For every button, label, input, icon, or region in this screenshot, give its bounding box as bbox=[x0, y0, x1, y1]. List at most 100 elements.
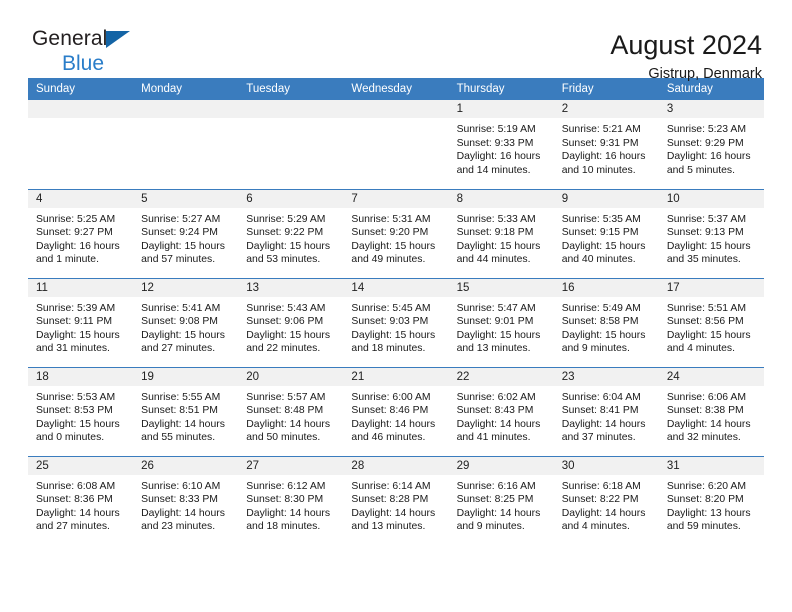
day-sun-info: Sunrise: 6:12 AM Sunset: 8:30 PM Daylight:… bbox=[238, 475, 343, 534]
day-sun-info: Sunrise: 6:00 AM Sunset: 8:46 PM Daylight:… bbox=[343, 386, 448, 445]
day-sun-info: Sunrise: 5:21 AM Sunset: 9:31 PM Daylight:… bbox=[554, 118, 659, 177]
daylight-duration-line1: Daylight: 15 hours bbox=[666, 329, 751, 341]
weekday-header-tuesday: Tuesday bbox=[238, 78, 344, 100]
day-number: 3 bbox=[658, 100, 764, 118]
calendar-day-cell: 5 Sunrise: 5:27 AM Sunset: 9:24 PM Daylight… bbox=[133, 188, 239, 278]
day-sun-info: Sunrise: 5:43 AM Sunset: 9:06 PM Daylight:… bbox=[238, 297, 343, 356]
calendar-day-cell: 29 Sunrise: 6:16 AM Sunset: 8:25 PM Dayligh… bbox=[448, 455, 554, 545]
sunset-time: Sunset: 8:56 PM bbox=[666, 316, 744, 328]
sunrise-time: Sunrise: 5:41 AM bbox=[141, 302, 221, 314]
weekday-header-thursday: Thursday bbox=[448, 78, 554, 100]
daylight-duration-line2: and 18 minutes. bbox=[246, 521, 321, 533]
daylight-duration-line2: and 37 minutes. bbox=[561, 432, 636, 444]
daylight-duration-line1: Daylight: 14 hours bbox=[141, 418, 225, 430]
daylight-duration-line2: and 13 minutes. bbox=[456, 343, 531, 355]
sunset-time: Sunset: 8:48 PM bbox=[246, 405, 324, 417]
sunrise-time: Sunrise: 6:18 AM bbox=[561, 480, 641, 492]
day-sun-info: Sunrise: 6:14 AM Sunset: 8:28 PM Daylight:… bbox=[343, 475, 448, 534]
calendar-day-cell: 7 Sunrise: 5:31 AM Sunset: 9:20 PM Daylight… bbox=[343, 188, 449, 278]
calendar-body: 1 Sunrise: 5:19 AM Sunset: 9:33 PM Daylight… bbox=[28, 100, 764, 545]
sunset-time: Sunset: 8:51 PM bbox=[141, 405, 218, 417]
day-sun-info: Sunrise: 5:51 AM Sunset: 8:56 PM Daylight:… bbox=[659, 297, 764, 356]
daylight-duration-line2: and 41 minutes. bbox=[456, 432, 531, 444]
weekday-header-monday: Monday bbox=[133, 78, 239, 100]
daylight-duration-line2: and 57 minutes. bbox=[141, 254, 216, 266]
calendar-day-cell: 24 Sunrise: 6:06 AM Sunset: 8:38 PM Dayligh… bbox=[658, 366, 764, 456]
daylight-duration-line1: Daylight: 15 hours bbox=[246, 329, 331, 341]
sunset-time: Sunset: 9:06 PM bbox=[246, 316, 324, 328]
sunrise-time: Sunrise: 6:06 AM bbox=[666, 391, 746, 403]
sunrise-time: Sunrise: 6:14 AM bbox=[351, 480, 431, 492]
sunset-time: Sunset: 8:22 PM bbox=[561, 494, 639, 506]
daylight-duration-line2: and 32 minutes. bbox=[666, 432, 741, 444]
day-number: 17 bbox=[658, 278, 764, 297]
daylight-duration-line1: Daylight: 14 hours bbox=[36, 507, 120, 519]
daylight-duration-line1: Daylight: 14 hours bbox=[561, 507, 646, 519]
calendar-day-cell: 27 Sunrise: 6:12 AM Sunset: 8:30 PM Dayligh… bbox=[238, 455, 344, 545]
calendar-day-cell: 21 Sunrise: 6:00 AM Sunset: 8:46 PM Dayligh… bbox=[343, 366, 449, 456]
calendar-day-cell: 9 Sunrise: 5:35 AM Sunset: 9:15 PM Daylight… bbox=[553, 188, 659, 278]
sunset-time: Sunset: 9:13 PM bbox=[666, 227, 744, 239]
calendar-week-row: 4 Sunrise: 5:25 AM Sunset: 9:27 PM Daylight… bbox=[28, 188, 764, 278]
calendar-day-cell: 15 Sunrise: 5:47 AM Sunset: 9:01 PM Dayligh… bbox=[448, 277, 554, 367]
sunrise-time: Sunrise: 5:45 AM bbox=[351, 302, 431, 314]
day-number: 1 bbox=[448, 100, 554, 118]
daylight-duration-line2: and 5 minutes. bbox=[666, 164, 736, 176]
sunset-time: Sunset: 8:58 PM bbox=[561, 316, 639, 328]
daylight-duration-line2: and 4 minutes. bbox=[561, 521, 630, 533]
sunset-time: Sunset: 9:31 PM bbox=[561, 137, 639, 149]
sunset-time: Sunset: 8:20 PM bbox=[666, 494, 744, 506]
daylight-duration-line1: Daylight: 14 hours bbox=[666, 418, 751, 430]
day-sun-info: Sunrise: 5:49 AM Sunset: 8:58 PM Daylight:… bbox=[554, 297, 659, 356]
day-number: 22 bbox=[448, 367, 554, 386]
day-number: 4 bbox=[28, 189, 134, 208]
calendar-day-cell: 25 Sunrise: 6:08 AM Sunset: 8:36 PM Dayligh… bbox=[28, 455, 134, 545]
calendar-day-cell: 13 Sunrise: 5:43 AM Sunset: 9:06 PM Dayligh… bbox=[238, 277, 344, 367]
day-number: 18 bbox=[28, 367, 134, 386]
calendar-day-cell: 12 Sunrise: 5:41 AM Sunset: 9:08 PM Dayligh… bbox=[133, 277, 239, 367]
sunrise-time: Sunrise: 5:43 AM bbox=[246, 302, 326, 314]
sunset-time: Sunset: 8:25 PM bbox=[456, 494, 534, 506]
daylight-duration-line2: and 9 minutes. bbox=[456, 521, 525, 533]
daylight-duration-line1: Daylight: 16 hours bbox=[666, 151, 751, 163]
day-number: 9 bbox=[553, 189, 659, 208]
daylight-duration-line2: and 50 minutes. bbox=[246, 432, 321, 444]
calendar-day-cell: 26 Sunrise: 6:10 AM Sunset: 8:33 PM Dayligh… bbox=[133, 455, 239, 545]
daylight-duration-line2: and 1 minute. bbox=[36, 254, 99, 266]
calendar-day-cell: 19 Sunrise: 5:55 AM Sunset: 8:51 PM Dayligh… bbox=[133, 366, 239, 456]
calendar-week-row: 25 Sunrise: 6:08 AM Sunset: 8:36 PM Dayligh… bbox=[28, 455, 764, 545]
day-number: 11 bbox=[28, 278, 134, 297]
day-sun-info: Sunrise: 5:57 AM Sunset: 8:48 PM Daylight:… bbox=[238, 386, 343, 445]
day-sun-info: Sunrise: 5:29 AM Sunset: 9:22 PM Daylight:… bbox=[238, 208, 343, 267]
day-number bbox=[28, 100, 134, 118]
daylight-duration-line1: Daylight: 15 hours bbox=[36, 418, 120, 430]
day-sun-info: Sunrise: 5:39 AM Sunset: 9:11 PM Daylight:… bbox=[28, 297, 133, 356]
sunrise-time: Sunrise: 5:53 AM bbox=[36, 391, 116, 403]
sunset-time: Sunset: 9:29 PM bbox=[666, 137, 744, 149]
daylight-duration-line1: Daylight: 15 hours bbox=[36, 329, 120, 341]
daylight-duration-line1: Daylight: 15 hours bbox=[246, 240, 331, 252]
sunset-time: Sunset: 8:53 PM bbox=[36, 405, 113, 417]
day-sun-info: Sunrise: 5:19 AM Sunset: 9:33 PM Daylight:… bbox=[449, 118, 554, 177]
sunset-time: Sunset: 8:33 PM bbox=[141, 494, 218, 506]
calendar-day-cell: 30 Sunrise: 6:18 AM Sunset: 8:22 PM Dayligh… bbox=[553, 455, 659, 545]
day-sun-info: Sunrise: 5:33 AM Sunset: 9:18 PM Daylight:… bbox=[449, 208, 554, 267]
daylight-duration-line1: Daylight: 16 hours bbox=[456, 151, 541, 163]
sunrise-time: Sunrise: 6:00 AM bbox=[351, 391, 431, 403]
daylight-duration-line1: Daylight: 15 hours bbox=[561, 240, 646, 252]
daylight-duration-line2: and 53 minutes. bbox=[246, 254, 321, 266]
sunset-time: Sunset: 9:27 PM bbox=[36, 227, 113, 239]
calendar-day-cell: 23 Sunrise: 6:04 AM Sunset: 8:41 PM Dayligh… bbox=[553, 366, 659, 456]
page-title: August 2024 bbox=[610, 30, 762, 60]
sunrise-time: Sunrise: 5:19 AM bbox=[456, 124, 536, 135]
daylight-duration-line2: and 35 minutes. bbox=[666, 254, 741, 266]
calendar-day-cell: 11 Sunrise: 5:39 AM Sunset: 9:11 PM Dayligh… bbox=[28, 277, 134, 367]
daylight-duration-line1: Daylight: 14 hours bbox=[351, 418, 436, 430]
daylight-duration-line2: and 14 minutes. bbox=[456, 164, 531, 176]
day-number: 6 bbox=[238, 189, 344, 208]
daylight-duration-line1: Daylight: 14 hours bbox=[456, 418, 541, 430]
calendar-day-cell: 17 Sunrise: 5:51 AM Sunset: 8:56 PM Dayligh… bbox=[658, 277, 764, 367]
daylight-duration-line2: and 40 minutes. bbox=[561, 254, 636, 266]
daylight-duration-line1: Daylight: 15 hours bbox=[666, 240, 751, 252]
day-number: 5 bbox=[133, 189, 239, 208]
